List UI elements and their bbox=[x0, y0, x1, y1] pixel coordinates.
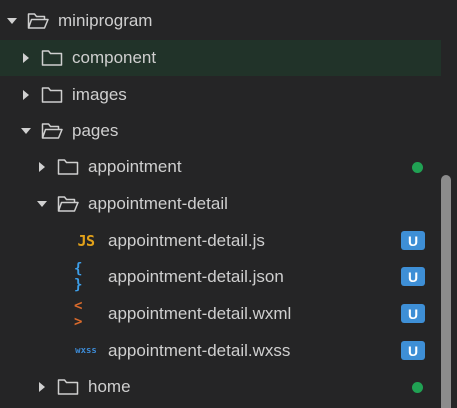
modified-status-dot bbox=[412, 162, 423, 173]
untracked-badge: U bbox=[401, 341, 425, 360]
tree-item-label: component bbox=[72, 48, 157, 67]
chevron-right-icon[interactable] bbox=[35, 380, 49, 394]
wxss-file-icon: wxss bbox=[75, 346, 97, 356]
chevron-right-icon[interactable] bbox=[35, 160, 49, 174]
untracked-badge: U bbox=[401, 304, 425, 323]
tree-item-label: appointment-detail bbox=[88, 194, 228, 213]
vertical-scrollbar[interactable] bbox=[441, 175, 451, 408]
tree-item-file-wxml[interactable]: < > appointment-detail.wxml U bbox=[0, 296, 441, 332]
tree-item-label: appointment-detail.js bbox=[108, 231, 265, 250]
tree-item-file-json[interactable]: { } appointment-detail.json U bbox=[0, 259, 441, 295]
tree-item-miniprogram[interactable]: miniprogram bbox=[0, 3, 441, 39]
folder-open-icon bbox=[57, 195, 79, 213]
untracked-badge: U bbox=[401, 231, 425, 250]
tree-item-label: appointment-detail.json bbox=[108, 267, 284, 286]
tree-item-label: images bbox=[72, 85, 127, 104]
tree-item-file-wxss[interactable]: wxss appointment-detail.wxss U bbox=[0, 333, 441, 369]
file-explorer-tree: miniprogram component images pages appoi… bbox=[0, 0, 457, 408]
tree-item-label: appointment-detail.wxss bbox=[108, 341, 291, 360]
folder-open-icon bbox=[27, 12, 49, 30]
chevron-down-icon[interactable] bbox=[35, 197, 49, 211]
folder-icon bbox=[41, 49, 63, 67]
tree-item-images[interactable]: images bbox=[0, 77, 441, 113]
tree-item-pages[interactable]: pages bbox=[0, 113, 441, 149]
modified-status-dot bbox=[412, 382, 423, 393]
folder-icon bbox=[57, 378, 79, 396]
untracked-badge: U bbox=[401, 267, 425, 286]
tree-item-component[interactable]: component bbox=[0, 40, 441, 76]
tree-item-label: pages bbox=[72, 121, 119, 140]
json-file-icon: { } bbox=[74, 261, 84, 293]
tree-item-appointment-detail[interactable]: appointment-detail bbox=[0, 186, 441, 222]
chevron-right-icon[interactable] bbox=[19, 51, 33, 65]
tree-item-label: home bbox=[88, 377, 131, 396]
tree-item-appointment[interactable]: appointment bbox=[0, 149, 441, 185]
wxml-file-icon: < > bbox=[74, 298, 84, 330]
tree-item-label: appointment bbox=[88, 157, 182, 176]
folder-open-icon bbox=[41, 122, 63, 140]
tree-item-label: miniprogram bbox=[58, 11, 153, 30]
tree-item-label: appointment-detail.wxml bbox=[108, 304, 292, 323]
chevron-down-icon[interactable] bbox=[5, 14, 19, 28]
js-file-icon: JS bbox=[77, 232, 95, 250]
tree-item-home[interactable]: home bbox=[0, 369, 441, 405]
folder-icon bbox=[41, 86, 63, 104]
folder-icon bbox=[57, 158, 79, 176]
tree-item-file-js[interactable]: JS appointment-detail.js U bbox=[0, 223, 441, 259]
chevron-right-icon[interactable] bbox=[19, 88, 33, 102]
chevron-down-icon[interactable] bbox=[19, 124, 33, 138]
